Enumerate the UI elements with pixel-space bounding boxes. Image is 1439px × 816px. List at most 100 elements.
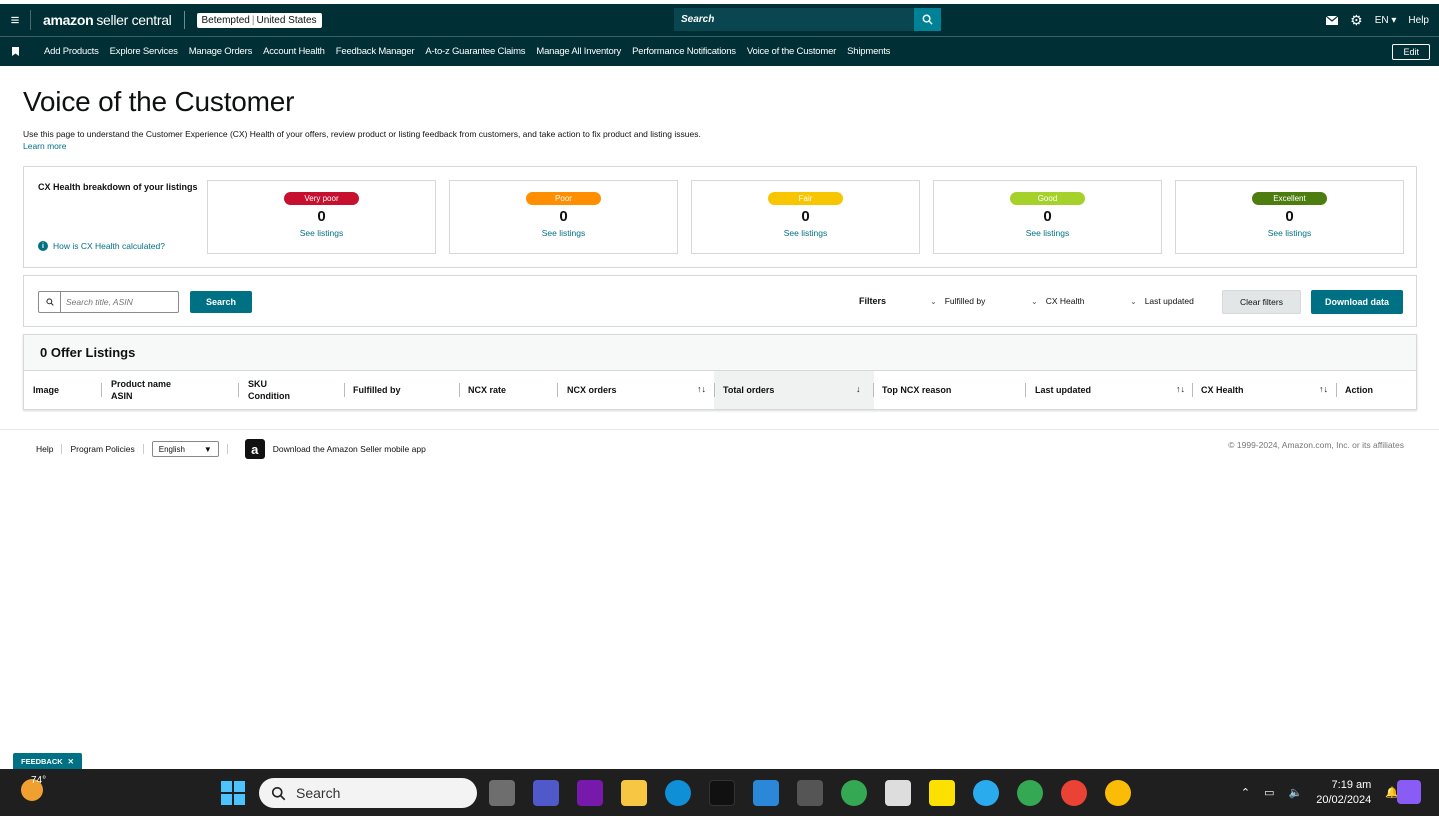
telegram-icon[interactable] bbox=[973, 780, 999, 806]
nav-performance-notifications[interactable]: Performance Notifications bbox=[632, 46, 736, 57]
onenote-icon[interactable] bbox=[577, 780, 603, 806]
download-data-button[interactable]: Download data bbox=[1311, 290, 1403, 314]
system-tray: ⌃ ▭ 🔈 7:19 am 20/02/2024 🔔 bbox=[1241, 769, 1399, 816]
col-action: Action bbox=[1345, 385, 1373, 395]
nav-account-health[interactable]: Account Health bbox=[263, 46, 325, 57]
clear-filters-button[interactable]: Clear filters bbox=[1222, 290, 1301, 314]
learn-more-link[interactable]: Learn more bbox=[23, 141, 66, 151]
copilot-icon[interactable] bbox=[1397, 780, 1421, 804]
language-select[interactable]: English ▼ bbox=[151, 441, 219, 457]
volume-icon[interactable]: 🔈 bbox=[1289, 786, 1303, 799]
filters-label: Filters bbox=[859, 296, 887, 306]
global-search-input[interactable] bbox=[674, 8, 914, 31]
feedback-tab[interactable]: FEEDBACK ✕ bbox=[13, 753, 82, 769]
clock[interactable]: 7:19 am 20/02/2024 bbox=[1316, 778, 1371, 808]
menu-icon[interactable]: ≡ bbox=[0, 4, 30, 36]
cx-health-panel: CX Health breakdown of your listings i H… bbox=[23, 166, 1417, 268]
nav-voice-of-customer[interactable]: Voice of the Customer bbox=[747, 46, 836, 57]
fulfilled-by-dropdown[interactable]: ⌄ Fulfilled by bbox=[930, 296, 985, 306]
chrome-profile-icon[interactable] bbox=[1017, 780, 1043, 806]
notepad-icon[interactable] bbox=[753, 780, 779, 806]
cx-health-dropdown[interactable]: ⌄ CX Health bbox=[1031, 296, 1084, 306]
col-top-ncx-reason[interactable]: Top NCX reason bbox=[882, 371, 951, 409]
top-bar: ≡ amazon seller central Betempted | United … bbox=[0, 4, 1439, 36]
sort-icon[interactable]: ↑↓ bbox=[1319, 384, 1328, 394]
nav-feedback-manager[interactable]: Feedback Manager bbox=[336, 46, 415, 57]
gear-icon[interactable]: ⚙ bbox=[1350, 12, 1363, 29]
nav-add-products[interactable]: Add Products bbox=[44, 46, 99, 57]
nav-a-to-z-claims[interactable]: A-to-z Guarantee Claims bbox=[425, 46, 525, 57]
edit-bookmarks-button[interactable]: Edit bbox=[1392, 44, 1430, 60]
cx-card-excellent: Excellent 0 See listings bbox=[1175, 180, 1404, 254]
see-listings-link[interactable]: See listings bbox=[208, 228, 435, 238]
close-icon[interactable]: ✕ bbox=[68, 757, 74, 766]
network-icon[interactable]: ▭ bbox=[1264, 786, 1274, 799]
chevron-down-icon: ⌄ bbox=[1130, 296, 1137, 306]
chrome-profile-icon[interactable] bbox=[1105, 780, 1131, 806]
copyright: © 1999-2024, Amazon.com, Inc. or its aff… bbox=[1228, 440, 1404, 450]
col-sku[interactable]: SKU Condition bbox=[248, 371, 290, 409]
help-link[interactable]: Help bbox=[1408, 15, 1429, 26]
chrome-icon[interactable] bbox=[841, 780, 867, 806]
os-taskbar: 74° Search ⌃ ▭ 🔈 7:19 am 20/02/2024 🔔 bbox=[0, 769, 1439, 816]
weather-widget[interactable]: 74° bbox=[21, 775, 46, 801]
table-header-row: Image Product name ASIN SKU Condition Fulf… bbox=[24, 371, 1416, 409]
col-cx-health[interactable]: CX Health bbox=[1201, 371, 1244, 409]
task-view-icon[interactable] bbox=[489, 780, 515, 806]
sort-down-icon[interactable]: ↓ bbox=[856, 384, 861, 394]
see-listings-link[interactable]: See listings bbox=[934, 228, 1161, 238]
search-icon bbox=[271, 786, 286, 800]
amazon-app-icon: a bbox=[244, 439, 265, 459]
listing-search-button[interactable]: Search bbox=[190, 291, 252, 313]
chrome-profile-icon[interactable] bbox=[1061, 780, 1087, 806]
chevron-up-icon[interactable]: ⌃ bbox=[1241, 786, 1250, 799]
page-footer: Help Program Policies English ▼ a Downlo… bbox=[36, 439, 426, 459]
col-ncx-rate[interactable]: NCX rate bbox=[468, 371, 506, 409]
bookmark-icon[interactable] bbox=[0, 47, 30, 56]
nav-shipments[interactable]: Shipments bbox=[847, 46, 890, 57]
mail-icon[interactable] bbox=[1326, 15, 1339, 25]
nav-manage-orders[interactable]: Manage Orders bbox=[189, 46, 253, 57]
language-selector[interactable]: EN ▾ bbox=[1375, 15, 1397, 26]
taskbar-search[interactable]: Search bbox=[259, 778, 477, 808]
info-icon: i bbox=[38, 241, 48, 251]
see-listings-link[interactable]: See listings bbox=[692, 228, 919, 238]
sort-icon[interactable]: ↑↓ bbox=[1176, 384, 1185, 394]
col-total-orders[interactable]: Total orders bbox=[723, 371, 774, 409]
windows-start-icon[interactable] bbox=[221, 781, 245, 805]
edge-icon[interactable] bbox=[665, 780, 691, 806]
page-description: Use this page to understand the Customer… bbox=[23, 129, 701, 139]
see-listings-link[interactable]: See listings bbox=[1176, 228, 1403, 238]
col-last-updated[interactable]: Last updated bbox=[1035, 371, 1091, 409]
store-selector[interactable]: Betempted | United States bbox=[196, 12, 322, 28]
sort-icon[interactable]: ↑↓ bbox=[697, 384, 706, 394]
chevron-down-icon: ⌄ bbox=[930, 296, 937, 306]
search-icon bbox=[39, 292, 61, 312]
nav-explore-services[interactable]: Explore Services bbox=[110, 46, 178, 57]
cx-count: 0 bbox=[1285, 208, 1294, 225]
cx-card-poor: Poor 0 See listings bbox=[449, 180, 678, 254]
nav-manage-inventory[interactable]: Manage All Inventory bbox=[536, 46, 621, 57]
snipping-tool-icon[interactable] bbox=[885, 780, 911, 806]
page-title: Voice of the Customer bbox=[23, 86, 295, 117]
program-policies-link[interactable]: Program Policies bbox=[70, 444, 134, 454]
listing-search-input[interactable] bbox=[61, 293, 173, 311]
sticky-notes-icon[interactable] bbox=[929, 780, 955, 806]
footer-help-link[interactable]: Help bbox=[36, 444, 53, 454]
last-updated-dropdown[interactable]: ⌄ Last updated bbox=[1130, 296, 1194, 306]
cx-count: 0 bbox=[559, 208, 568, 225]
teams-icon[interactable] bbox=[533, 780, 559, 806]
file-explorer-icon[interactable] bbox=[621, 780, 647, 806]
col-product-name[interactable]: Product name ASIN bbox=[111, 371, 171, 409]
see-listings-link[interactable]: See listings bbox=[450, 228, 677, 238]
col-ncx-orders[interactable]: NCX orders bbox=[567, 371, 617, 409]
cx-card-good: Good 0 See listings bbox=[933, 180, 1162, 254]
mobile-app-link[interactable]: Download the Amazon Seller mobile app bbox=[273, 444, 426, 454]
cx-health-help-link[interactable]: i How is CX Health calculated? bbox=[38, 241, 165, 251]
calculator-icon[interactable] bbox=[797, 780, 823, 806]
search-button[interactable] bbox=[914, 8, 941, 31]
seller-central-logo[interactable]: amazon seller central bbox=[30, 10, 172, 30]
netflix-icon[interactable] bbox=[709, 780, 735, 806]
chevron-down-icon: ⌄ bbox=[1031, 296, 1038, 306]
col-fulfilled-by[interactable]: Fulfilled by bbox=[353, 371, 401, 409]
